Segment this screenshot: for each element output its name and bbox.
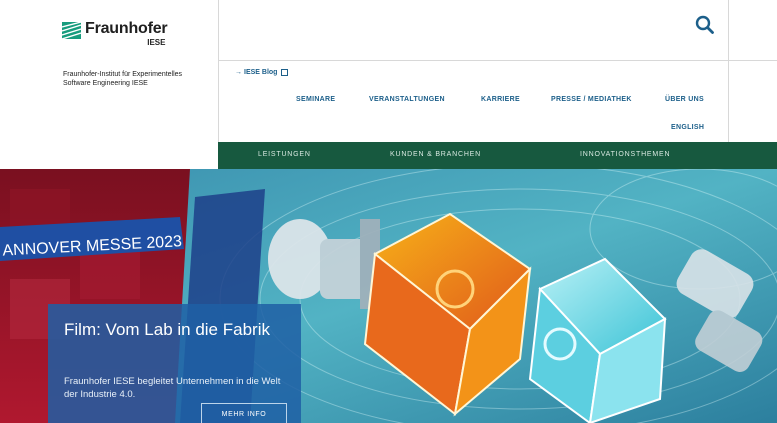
nav-presse-mediathek[interactable]: PRESSE / MEDIATHEK (551, 96, 632, 103)
nav-karriere[interactable]: KARRIERE (481, 96, 520, 103)
header-divider (728, 0, 729, 142)
logo-institute-code: IESE (147, 38, 166, 47)
more-info-button[interactable]: MEHR INFO (201, 403, 287, 423)
nav-seminare[interactable]: SEMINARE (296, 96, 335, 103)
header-brand-area: Fraunhofer IESE Fraunhofer-Institut für … (0, 0, 218, 169)
logo-wordmark: Fraunhofer (85, 20, 168, 37)
header-navigation-area: → IESE Blog SEMINARE VERANSTALTUNGEN KAR… (218, 0, 777, 142)
language-switch-english[interactable]: ENGLISH (671, 124, 704, 131)
nav-veranstaltungen[interactable]: VERANSTALTUNGEN (369, 96, 445, 103)
hero-teaser-text: Fraunhofer IESE begleitet Unternehmen in… (64, 376, 281, 400)
nav-ueber-uns[interactable]: ÜBER UNS (665, 96, 704, 103)
arrow-right-icon: → (235, 69, 242, 76)
search-band (219, 0, 777, 61)
hero-teaser-title[interactable]: Film: Vom Lab in die Fabrik (64, 318, 294, 341)
external-link-icon (281, 69, 289, 76)
hero-teaser-box: Film: Vom Lab in die Fabrik Fraunhofer I… (48, 304, 301, 423)
search-icon[interactable] (695, 15, 714, 34)
iese-blog-label: IESE Blog (244, 69, 278, 76)
fraunhofer-logo-icon (62, 22, 81, 39)
nav-innovationsthemen[interactable]: INNOVATIONSTHEMEN (580, 151, 670, 158)
main-navigation: LEISTUNGEN KUNDEN & BRANCHEN INNOVATIONS… (218, 142, 777, 169)
iese-blog-link[interactable]: → IESE Blog (235, 69, 289, 76)
fraunhofer-logo[interactable]: Fraunhofer IESE (62, 20, 168, 48)
nav-leistungen[interactable]: LEISTUNGEN (258, 151, 311, 158)
top-navigation: SEMINARE VERANSTALTUNGEN KARRIERE PRESSE… (219, 96, 728, 108)
institute-name-line-2: Software Engineering IESE (63, 80, 148, 87)
institute-name-line-1: Fraunhofer-Institut für Experimentelles (63, 71, 183, 78)
nav-kunden-branchen[interactable]: KUNDEN & BRANCHEN (390, 151, 481, 158)
institute-name: Fraunhofer-Institut für Experimentelles … (63, 70, 213, 88)
